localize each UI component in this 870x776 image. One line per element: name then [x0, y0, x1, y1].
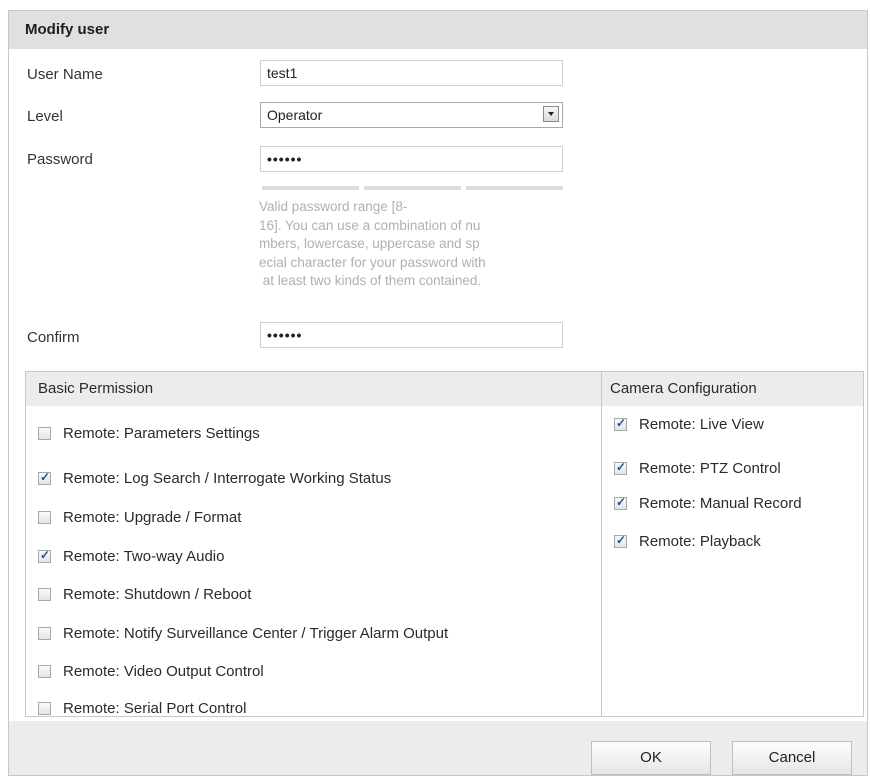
basic-permission-row[interactable]: Remote: Upgrade / Format — [38, 506, 241, 528]
dialog-title: Modify user — [9, 11, 867, 49]
basic-permission-checkbox[interactable] — [38, 587, 51, 601]
camera-configuration-header: Camera Configuration — [602, 372, 863, 406]
basic-permission-checkbox[interactable] — [38, 426, 51, 440]
camera-permission-checkbox[interactable] — [614, 495, 627, 510]
chevron-down-icon[interactable] — [543, 106, 559, 122]
basic-permission-row[interactable]: Remote: Log Search / Interrogate Working… — [38, 467, 391, 489]
confirm-input[interactable]: •••••• — [260, 322, 563, 348]
password-strength-bar-strong — [466, 186, 563, 190]
camera-permission-row[interactable]: Remote: Live View — [614, 413, 764, 435]
basic-permission-label: Remote: Notify Surveillance Center / Tri… — [63, 624, 449, 642]
basic-permission-checkbox[interactable] — [38, 548, 51, 563]
basic-permission-checkbox[interactable] — [38, 626, 51, 640]
cancel-button[interactable]: Cancel — [732, 741, 852, 775]
camera-permission-label: Remote: PTZ Control — [639, 459, 781, 477]
password-input[interactable]: •••••• — [260, 146, 563, 172]
camera-permission-checkbox[interactable] — [614, 416, 627, 431]
basic-permission-row[interactable]: Remote: Notify Surveillance Center / Tri… — [38, 622, 448, 644]
basic-permission-label: Remote: Shutdown / Reboot — [63, 585, 252, 603]
basic-permission-checkbox[interactable] — [38, 510, 51, 524]
basic-permission-label: Remote: Parameters Settings — [63, 424, 260, 442]
password-strength-bar-medium — [364, 186, 461, 190]
ok-button[interactable]: OK — [591, 741, 711, 775]
basic-permission-checkbox[interactable] — [38, 701, 51, 715]
basic-permission-row[interactable]: Remote: Serial Port Control — [38, 697, 246, 719]
basic-permission-label: Remote: Log Search / Interrogate Working… — [63, 469, 392, 487]
username-input[interactable]: test1 — [260, 60, 563, 86]
username-label: User Name — [27, 66, 103, 83]
camera-permission-row[interactable]: Remote: Manual Record — [614, 492, 802, 514]
basic-permission-label: Remote: Video Output Control — [63, 662, 264, 680]
camera-permission-checkbox[interactable] — [614, 533, 627, 548]
level-label: Level — [27, 108, 63, 125]
basic-permission-row[interactable]: Remote: Two-way Audio — [38, 545, 224, 567]
camera-permission-checkbox[interactable] — [614, 460, 627, 475]
basic-permission-label: Remote: Serial Port Control — [63, 699, 247, 717]
camera-permission-label: Remote: Playback — [639, 532, 761, 550]
basic-permission-checkbox[interactable] — [38, 664, 51, 678]
camera-permission-row[interactable]: Remote: Playback — [614, 530, 761, 552]
password-strength-bar-weak — [262, 186, 359, 190]
camera-permission-row[interactable]: Remote: PTZ Control — [614, 457, 781, 479]
level-select[interactable]: Operator — [260, 102, 563, 128]
basic-permission-row[interactable]: Remote: Parameters Settings — [38, 422, 260, 444]
basic-permission-checkbox[interactable] — [38, 470, 51, 485]
camera-permission-label: Remote: Manual Record — [639, 494, 802, 512]
password-label: Password — [27, 151, 93, 168]
level-select-value: Operator — [267, 107, 323, 123]
basic-permission-row[interactable]: Remote: Video Output Control — [38, 660, 264, 682]
password-hint: Valid password range [8- 16]. You can us… — [259, 199, 486, 288]
permission-panel: Basic Permission Camera Configuration Re… — [25, 371, 864, 717]
basic-permission-header: Basic Permission — [26, 372, 601, 406]
basic-permission-row[interactable]: Remote: Shutdown / Reboot — [38, 583, 251, 605]
dialog-footer: OK Cancel — [9, 721, 867, 775]
confirm-label: Confirm — [27, 329, 80, 346]
basic-permission-label: Remote: Two-way Audio — [63, 547, 225, 565]
modify-user-dialog: Modify user User Name test1 Level Operat… — [8, 10, 868, 776]
camera-permission-label: Remote: Live View — [639, 415, 764, 433]
basic-permission-label: Remote: Upgrade / Format — [63, 508, 242, 526]
panel-divider — [601, 372, 602, 716]
